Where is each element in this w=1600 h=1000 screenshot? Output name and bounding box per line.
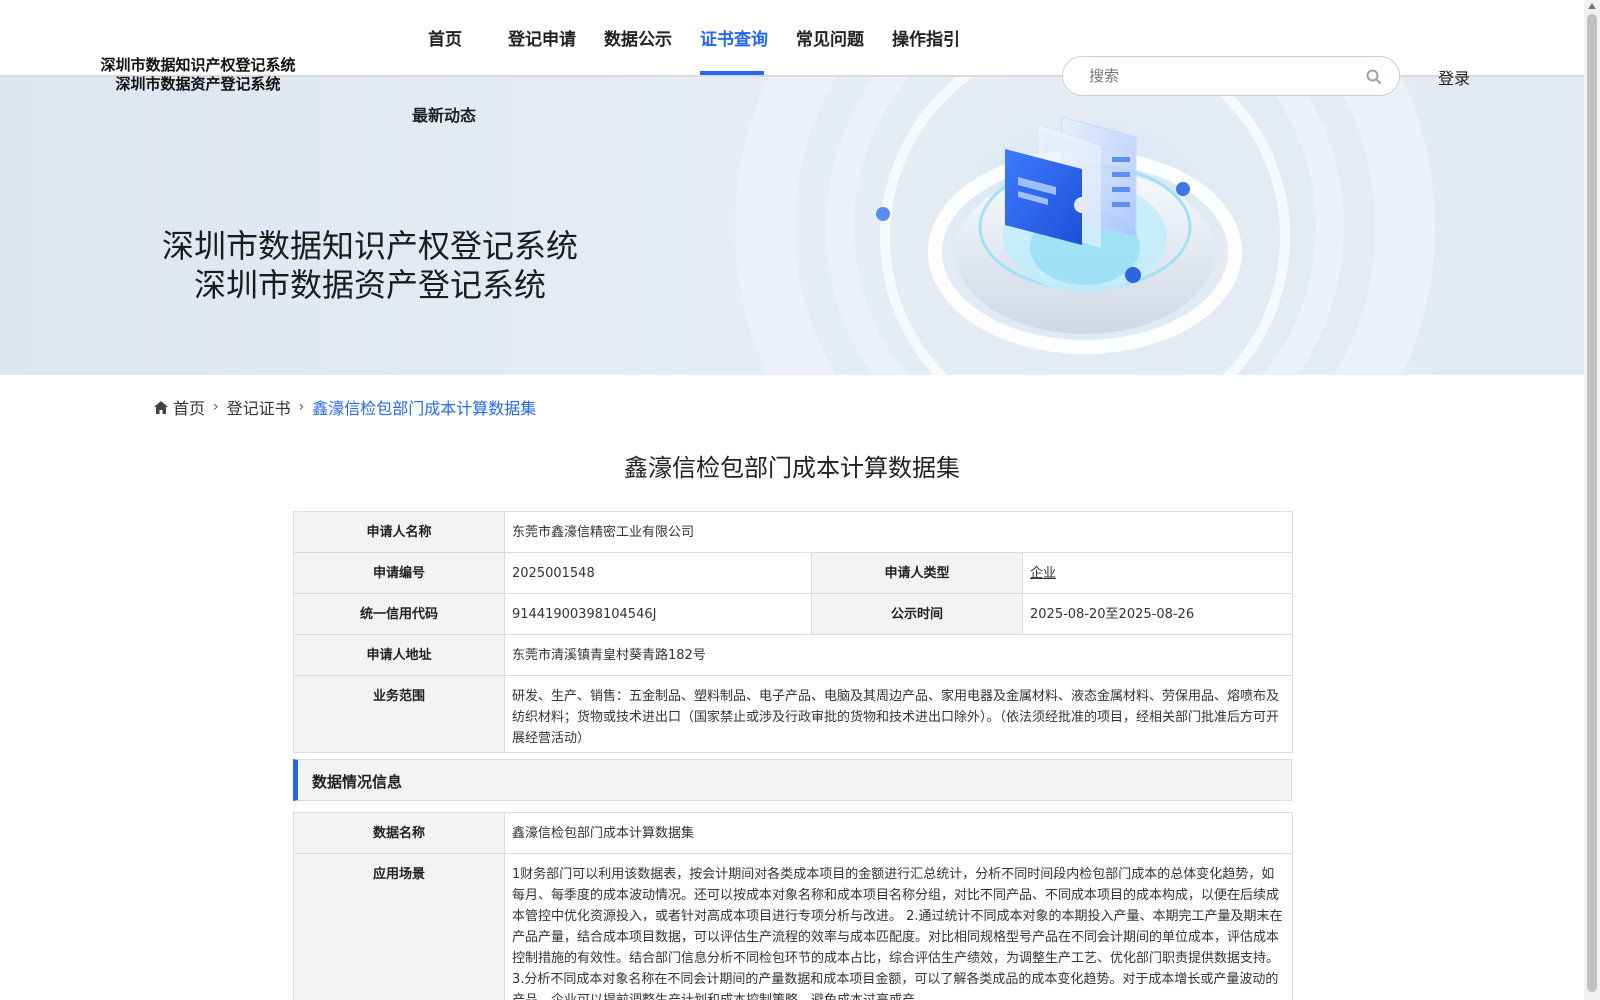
- search-box[interactable]: [1062, 56, 1400, 96]
- application-number-value: 2025001548: [504, 552, 812, 594]
- logo-line2: 深圳市数据资产登记系统: [115, 75, 281, 93]
- applicant-type-label: 申请人类型: [811, 552, 1023, 594]
- table-row: 申请人地址 东莞市清溪镇青皇村葵青路182号: [293, 634, 1293, 676]
- table-row: 申请编号 2025001548 申请人类型 企业: [293, 552, 1293, 594]
- table-row: 业务范围 研发、生产、销售：五金制品、塑料制品、电子产品、电脑及其周边产品、家用…: [293, 675, 1293, 753]
- banner-title-line1: 深圳市数据知识产权登记系统: [161, 227, 578, 265]
- application-number-label: 申请编号: [293, 552, 505, 594]
- search-input[interactable]: [1089, 66, 1349, 86]
- credit-code-value: 91441900398104546J: [504, 593, 812, 635]
- breadcrumb-current: 鑫濠信检包部门成本计算数据集: [312, 399, 537, 418]
- application-scenario-label: 应用场景: [293, 853, 505, 1000]
- search-icon[interactable]: [1365, 68, 1383, 86]
- banner-title-line2: 深圳市数据资产登记系统: [193, 266, 546, 304]
- table-row: 数据名称 鑫濠信检包部门成本计算数据集: [293, 812, 1293, 854]
- applicant-type-value[interactable]: 企业: [1030, 566, 1056, 581]
- table-row: 应用场景 1财务部门可以利用该数据表，按会计期间对各类成本项目的金额进行汇总统计…: [293, 853, 1293, 1000]
- application-scenario-value: 1财务部门可以利用该数据表，按会计期间对各类成本项目的金额进行汇总统计，分析不同…: [504, 853, 1293, 1000]
- chevron-right-icon: ›: [298, 399, 305, 415]
- publicity-period-value: 2025-08-20至2025-08-26: [1022, 593, 1293, 635]
- business-scope-value: 研发、生产、销售：五金制品、塑料制品、电子产品、电脑及其周边产品、家用电器及金属…: [504, 675, 1293, 753]
- nav-active-indicator: [700, 71, 764, 75]
- table-row: 申请人名称 东莞市鑫濠信精密工业有限公司: [293, 511, 1293, 553]
- nav-guide[interactable]: 操作指引: [892, 25, 960, 50]
- chevron-right-icon: ›: [213, 399, 219, 415]
- nav-public-data[interactable]: 数据公示: [604, 25, 672, 50]
- applicant-name-value: 东莞市鑫濠信精密工业有限公司: [504, 511, 1293, 553]
- breadcrumb-home[interactable]: 首页: [173, 395, 205, 419]
- nav-home[interactable]: 首页: [428, 25, 462, 50]
- site-logo[interactable]: 深圳市数据知识产权登记系统 深圳市数据资产登记系统: [88, 56, 308, 94]
- table-row: 统一信用代码 91441900398104546J 公示时间 2025-08-2…: [293, 593, 1293, 635]
- home-icon: [154, 400, 168, 414]
- applicant-address-value: 东莞市清溪镇青皇村葵青路182号: [504, 634, 1293, 676]
- applicant-address-label: 申请人地址: [293, 634, 505, 676]
- credit-code-label: 统一信用代码: [293, 593, 505, 635]
- scroll-up-arrow-icon[interactable]: [1588, 3, 1596, 9]
- nav-latest-news[interactable]: 最新动态: [412, 102, 476, 126]
- nav-certificate-query[interactable]: 证书查询: [700, 25, 768, 50]
- page: 深圳市数据知识产权登记系统 深圳市数据资产登记系统 深圳市数据知识产权登记系统 …: [0, 0, 1600, 1000]
- login-link[interactable]: 登录: [1438, 65, 1470, 89]
- publicity-period-label: 公示时间: [811, 593, 1023, 635]
- applicant-name-label: 申请人名称: [293, 511, 505, 553]
- breadcrumb: 首页 › 登记证书 › 鑫濠信检包部门成本计算数据集: [154, 395, 536, 419]
- hero-banner: 深圳市数据知识产权登记系统 深圳市数据资产登记系统: [0, 77, 1584, 375]
- scrollbar-thumb[interactable]: [1587, 14, 1597, 992]
- vertical-scrollbar[interactable]: [1584, 0, 1600, 1000]
- nav-faq[interactable]: 常见问题: [796, 25, 864, 50]
- breadcrumb-certificates[interactable]: 登记证书: [227, 395, 291, 419]
- applicant-info-table: 申请人名称 东莞市鑫濠信精密工业有限公司 申请编号 2025001548 申请人…: [293, 511, 1293, 753]
- nav-apply[interactable]: 登记申请: [508, 25, 576, 50]
- banner-illustration: [735, 77, 1435, 375]
- data-section-heading: 数据情况信息: [293, 759, 1292, 801]
- data-name-label: 数据名称: [293, 812, 505, 854]
- banner-title: 深圳市数据知识产权登记系统 深圳市数据资产登记系统: [150, 227, 590, 305]
- logo-line1: 深圳市数据知识产权登记系统: [100, 56, 296, 74]
- business-scope-label: 业务范围: [293, 675, 505, 753]
- data-info-table: 数据名称 鑫濠信检包部门成本计算数据集 应用场景 1财务部门可以利用该数据表，按…: [293, 812, 1293, 1000]
- page-title: 鑫濠信检包部门成本计算数据集: [624, 454, 960, 482]
- data-name-value: 鑫濠信检包部门成本计算数据集: [504, 812, 1293, 854]
